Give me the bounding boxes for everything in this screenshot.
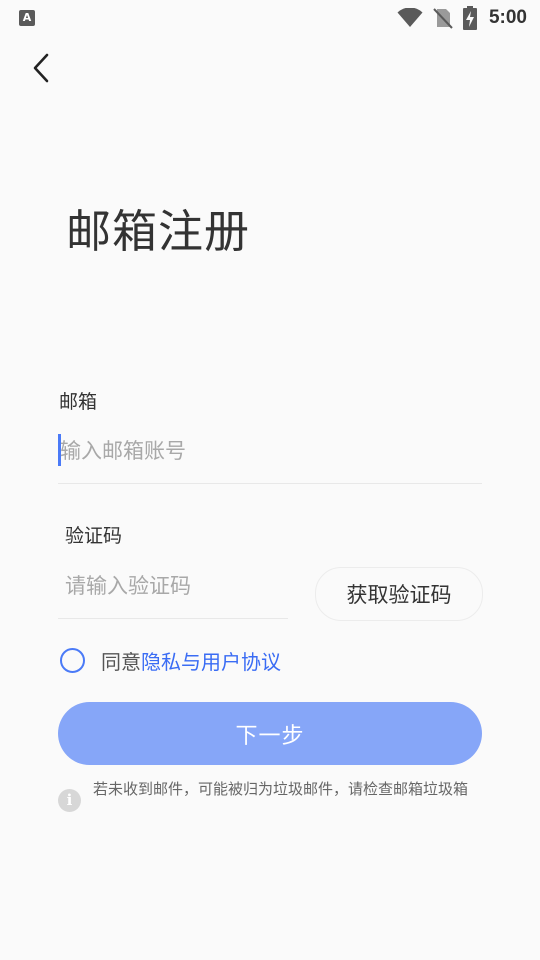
agreement-prefix: 同意 — [101, 650, 141, 674]
page-title: 邮箱注册 — [66, 205, 251, 258]
next-step-button[interactable]: 下一步 — [58, 702, 482, 765]
app-notification-icon: A — [19, 10, 35, 26]
verification-code-input[interactable] — [58, 563, 289, 609]
chevron-left-icon — [33, 53, 49, 83]
info-icon: i — [58, 789, 81, 812]
agreement-row: 同意 隐私与用户协议 — [60, 646, 281, 675]
back-button[interactable] — [24, 50, 58, 86]
no-sim-icon — [433, 8, 453, 29]
verification-code-label: 验证码 — [65, 525, 123, 547]
verification-code-field-container — [58, 563, 289, 619]
battery-charging-icon — [462, 6, 477, 30]
tip-text: 若未收到邮件，可能被归为垃圾邮件，请检查邮箱垃圾箱 — [93, 780, 469, 798]
wifi-icon — [397, 8, 423, 27]
status-indicators: 5:00 — [397, 6, 527, 30]
get-verification-code-button[interactable]: 获取验证码 — [315, 567, 483, 621]
clock: 5:00 — [488, 7, 527, 28]
privacy-agreement-link[interactable]: 隐私与用户协议 — [141, 646, 281, 675]
email-input[interactable] — [58, 428, 480, 474]
email-label: 邮箱 — [59, 391, 98, 413]
email-field-container — [58, 428, 482, 484]
agreement-checkbox[interactable] — [60, 648, 85, 673]
status-bar: A 5:00 — [0, 0, 540, 36]
